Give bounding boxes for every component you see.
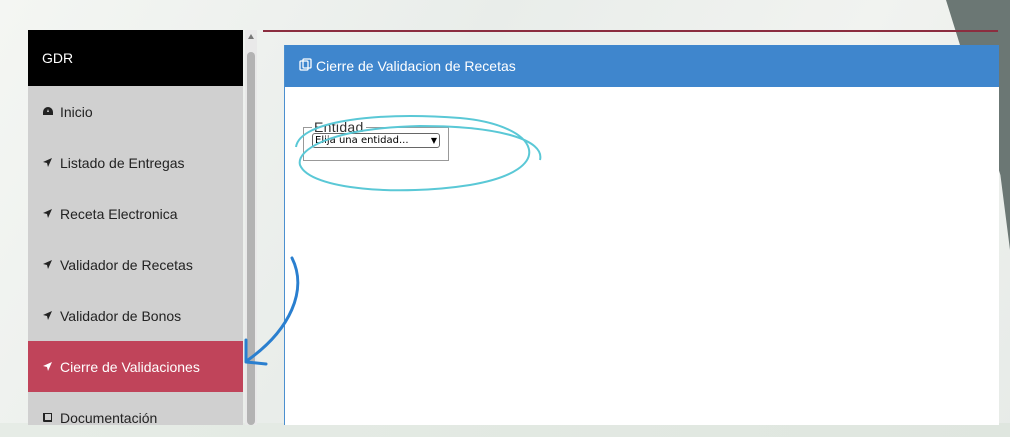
sidebar-item-label: Validador de Bonos (60, 307, 182, 324)
book-icon (42, 411, 60, 425)
sidebar-item-validador-bonos[interactable]: Validador de Bonos (28, 290, 243, 341)
entity-fieldset: Entidad Elija una entidad... ▼ (303, 119, 449, 161)
entity-select[interactable]: Elija una entidad... ▼ (312, 133, 440, 148)
dashboard-icon (42, 105, 60, 119)
arrow-icon (42, 156, 60, 170)
sidebar-scrollbar[interactable] (245, 30, 257, 425)
arrow-icon (42, 258, 60, 272)
entity-select-value: Elija una entidad... (315, 135, 409, 146)
scroll-thumb[interactable] (247, 52, 255, 425)
copy-icon (299, 58, 312, 74)
arrow-icon (42, 309, 60, 323)
scroll-up-icon[interactable] (248, 34, 254, 39)
main-panel: Cierre de Validacion de Recetas Entidad … (284, 45, 999, 425)
sidebar-item-label: Documentación (60, 409, 158, 426)
chevron-down-icon: ▼ (430, 136, 437, 145)
sidebar-item-label: Inicio (60, 103, 93, 120)
sidebar: GDR Inicio Listado de Entregas Receta El… (28, 30, 243, 425)
sidebar-item-label: Listado de Entregas (60, 154, 185, 171)
arrow-icon (42, 360, 60, 374)
top-border (263, 30, 998, 32)
sidebar-item-label: Validador de Recetas (60, 256, 193, 273)
sidebar-item-validador-recetas[interactable]: Validador de Recetas (28, 239, 243, 290)
sidebar-item-listado-entregas[interactable]: Listado de Entregas (28, 137, 243, 188)
page-title: Cierre de Validacion de Recetas (316, 58, 516, 74)
panel-header: Cierre de Validacion de Recetas (285, 45, 999, 87)
entity-legend: Entidad (314, 119, 364, 135)
sidebar-item-documentacion[interactable]: Documentación (28, 392, 243, 425)
sidebar-item-inicio[interactable]: Inicio (28, 86, 243, 137)
sidebar-item-label: Cierre de Validaciones (60, 358, 200, 375)
background-strip (0, 423, 1010, 437)
sidebar-item-cierre-validaciones[interactable]: Cierre de Validaciones (28, 341, 243, 392)
sidebar-title: GDR (28, 30, 243, 86)
arrow-icon (42, 207, 60, 221)
sidebar-item-label: Receta Electronica (60, 205, 178, 222)
sidebar-item-receta-electronica[interactable]: Receta Electronica (28, 188, 243, 239)
